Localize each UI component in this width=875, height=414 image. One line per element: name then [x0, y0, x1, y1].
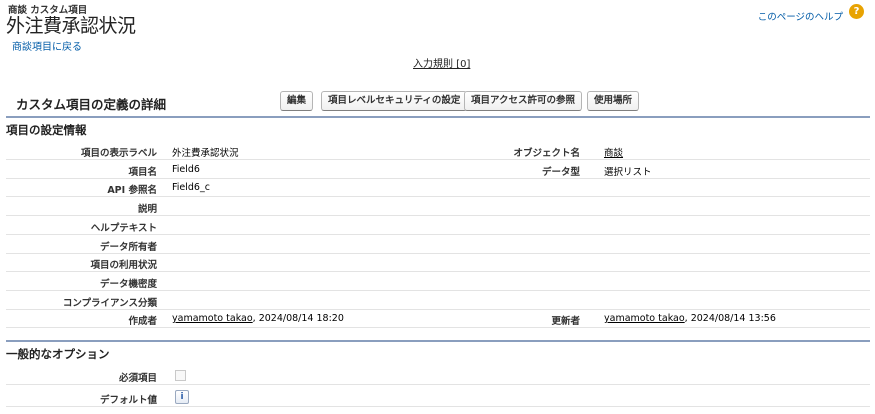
- field-value[interactable]: 商談: [604, 145, 623, 159]
- table-row: データ機密度: [6, 272, 870, 291]
- where-used-button[interactable]: 使用場所: [587, 91, 640, 111]
- required-label: 必須項目: [118, 373, 157, 384]
- field-label: 説明: [137, 204, 157, 216]
- field-label: API 参照名: [107, 185, 157, 197]
- table-row: API 参照名 Field6_c: [6, 178, 870, 198]
- edit-button[interactable]: 編集: [280, 91, 314, 111]
- table-row: 説明: [6, 197, 870, 217]
- field-value: 外注費承認状況: [172, 148, 239, 159]
- info-icon[interactable]: i: [175, 390, 189, 404]
- help-icon[interactable]: ?: [849, 4, 864, 19]
- detail-header: カスタム項目の定義の詳細 編集 項目レベルセキュリティの設定 項目アクセス許可の…: [6, 84, 870, 118]
- field-label: データ機密度: [99, 278, 157, 290]
- field-value: Field6: [172, 163, 200, 175]
- created-by-date: , 2024/08/14 18:20: [252, 313, 344, 324]
- table-row: データ所有者: [6, 235, 870, 254]
- field-label: コンプライアンス分類: [62, 297, 157, 309]
- field-label: ヘルプテキスト: [90, 222, 157, 234]
- field-label: 項目の表示ラベル: [80, 148, 157, 159]
- created-by-value: yamamoto takao, 2024/08/14 18:20: [172, 313, 344, 324]
- validation-rules-link[interactable]: 入力規則 [0]: [413, 55, 470, 70]
- field-access-button[interactable]: 項目アクセス許可の参照: [464, 91, 583, 111]
- table-row: 作成者 yamamoto takao, 2024/08/14 18:20 更新者…: [6, 309, 870, 328]
- field-label: データ型: [541, 166, 580, 178]
- field-label: データ所有者: [99, 241, 157, 253]
- table-row: 項目の表示ラベル 外注費承認状況 オブジェクト名 商談: [6, 141, 870, 160]
- default-value-label: デフォルト値: [99, 395, 157, 406]
- field-label: オブジェクト名: [513, 148, 580, 159]
- field-label: 項目名: [128, 166, 157, 178]
- modified-by-value: yamamoto takao, 2024/08/14 13:56: [604, 313, 776, 324]
- field-label: 項目の利用状況: [90, 260, 157, 272]
- table-row: 必須項目: [6, 366, 870, 385]
- modified-by-label: 更新者: [551, 316, 580, 327]
- table-row: 項目の利用状況: [6, 253, 870, 273]
- field-value: 選択リスト: [604, 166, 652, 178]
- table-row: コンプライアンス分類: [6, 291, 870, 310]
- created-by-label: 作成者: [128, 316, 157, 327]
- back-to-object-link[interactable]: 商談項目に戻る: [12, 38, 82, 53]
- table-row: 項目名 Field6 データ型 選択リスト: [6, 160, 870, 179]
- field-info-section-title: 項目の設定情報: [6, 123, 87, 137]
- modified-by-user-link[interactable]: yamamoto takao: [604, 313, 685, 324]
- field-level-security-button[interactable]: 項目レベルセキュリティの設定: [321, 91, 468, 111]
- help-link[interactable]: このページのヘルプ: [758, 9, 843, 23]
- required-checkbox[interactable]: [175, 370, 186, 381]
- field-value: Field6_c: [172, 182, 210, 194]
- modified-by-date: , 2024/08/14 13:56: [684, 313, 776, 324]
- table-row: デフォルト値 i: [6, 388, 870, 407]
- section-divider: [6, 340, 870, 342]
- detail-title: カスタム項目の定義の詳細: [16, 97, 167, 112]
- page-title: 外注費承認状況: [6, 15, 136, 37]
- general-options-section-title: 一般的なオプション: [6, 347, 110, 361]
- table-row: ヘルプテキスト: [6, 216, 870, 235]
- created-by-user-link[interactable]: yamamoto takao: [172, 313, 253, 324]
